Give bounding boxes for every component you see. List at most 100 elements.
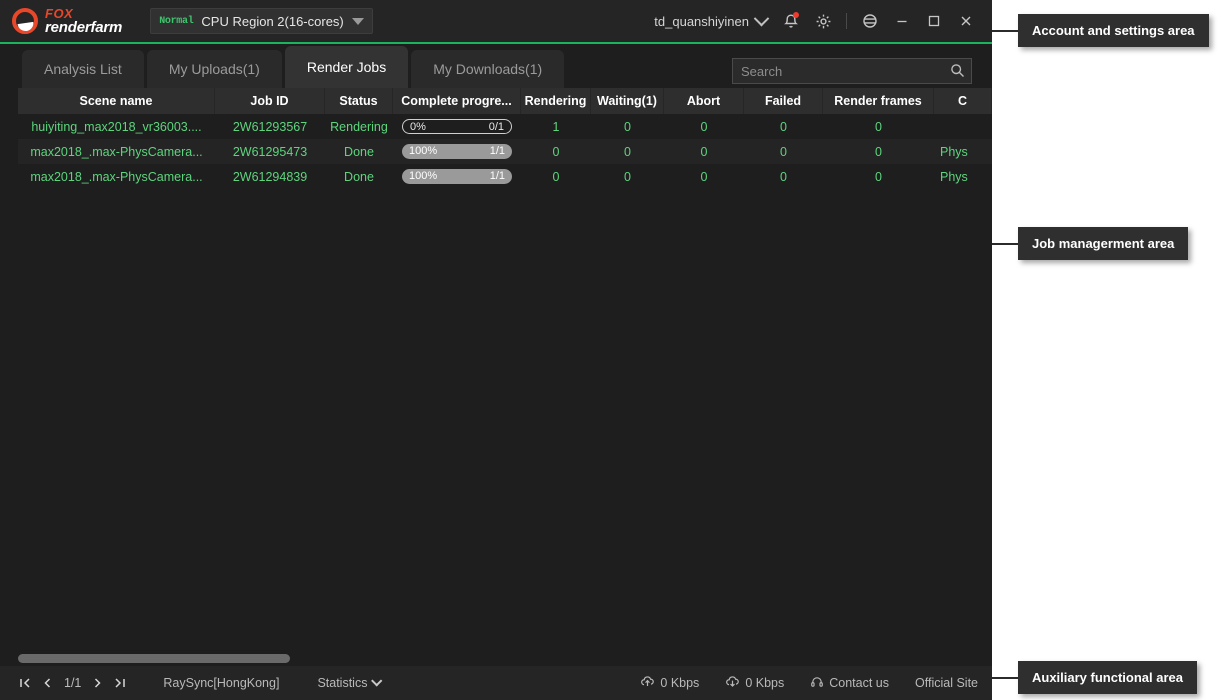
table-row[interactable]: max2018_.max-PhysCamera... 2W61295473 Do… (0, 139, 992, 164)
fox-logo-icon (12, 8, 38, 34)
progress-percent: 100% (409, 145, 438, 157)
contact-us-link[interactable]: Contact us (810, 675, 889, 692)
account-menu[interactable]: td_quanshiyinen (646, 10, 775, 29)
cell-scene-name: max2018_.max-PhysCamera... (30, 169, 203, 184)
tab-my-downloads[interactable]: My Downloads(1) (411, 50, 565, 88)
row-gutter (0, 139, 18, 164)
table-header: Scene name Job ID Status Complete progre… (0, 88, 992, 114)
last-page-icon[interactable] (109, 671, 131, 695)
column-header-job-id[interactable]: Job ID (215, 88, 325, 114)
leader-line (992, 242, 1018, 245)
tab-render-jobs[interactable]: Render Jobs (284, 46, 409, 88)
cell-waiting: 0 (624, 119, 631, 134)
notification-dot (793, 12, 799, 18)
progress-frames: 1/1 (489, 145, 505, 157)
upload-speed: 0 Kbps (640, 674, 699, 692)
table-row[interactable]: max2018_.max-PhysCamera... 2W61294839 Do… (0, 164, 992, 189)
column-header-render-frames[interactable]: Render frames (823, 88, 934, 114)
annotation-label: Auxiliary functional area (1018, 661, 1197, 694)
progress-bar: 100% 1/1 (402, 144, 512, 159)
annotation-job-management: Job managerment area (992, 227, 1189, 260)
render-node-selector[interactable]: Normal CPU Region 2(16-cores) (150, 8, 373, 34)
render-jobs-table: Scene name Job ID Status Complete progre… (0, 88, 992, 650)
column-header-scene-name[interactable]: Scene name (18, 88, 215, 114)
cell-truncated: Phys (940, 169, 968, 184)
minimize-button[interactable] (886, 5, 918, 37)
language-globe-button[interactable] (854, 5, 886, 37)
column-header-status[interactable]: Status (325, 88, 393, 114)
cell-job-id: 2W61293567 (232, 119, 308, 134)
chevron-down-icon (371, 675, 383, 687)
next-page-icon[interactable] (87, 671, 109, 695)
close-button[interactable] (950, 5, 982, 37)
cell-rendering: 0 (552, 144, 560, 159)
horizontal-scrollbar-thumb[interactable] (18, 653, 290, 663)
tab-my-uploads[interactable]: My Uploads(1) (146, 50, 282, 88)
cell-abort: 0 (700, 169, 708, 184)
status-bar-right: 0 Kbps 0 Kbps Contact us Official Site (640, 674, 978, 692)
row-gutter (0, 114, 18, 139)
upload-cloud-icon (640, 674, 655, 692)
annotation-label: Job managerment area (1018, 227, 1189, 260)
raysync-label[interactable]: RaySync[HongKong] (163, 676, 279, 690)
logo-wordmark: FOX renderfarm (45, 7, 122, 35)
toolbar-divider (846, 13, 847, 29)
titlebar-right-controls: td_quanshiyinen (646, 5, 992, 37)
app-logo: FOX renderfarm (12, 7, 122, 35)
cell-job-id: 2W61295473 (232, 144, 308, 159)
cell-job-id: 2W61294839 (232, 169, 308, 184)
column-header-rendering[interactable]: Rendering (521, 88, 591, 114)
status-bar: 1/1 RaySync[HongKong] Statistics 0 Kbps … (0, 666, 992, 700)
tab-bar: Analysis List My Uploads(1) Render Jobs … (0, 44, 992, 88)
table-body: huiyiting_max2018_vr36003.... 2W61293567… (0, 114, 992, 189)
cell-status: Rendering (330, 119, 388, 134)
download-speed: 0 Kbps (725, 674, 784, 692)
cell-render-frames: 0 (875, 169, 882, 184)
cell-progress: 0% 0/1 (393, 114, 521, 139)
prev-page-icon[interactable] (36, 671, 58, 695)
headset-icon (810, 675, 824, 692)
settings-button[interactable] (807, 5, 839, 37)
application-window: FOX renderfarm Normal CPU Region 2(16-co… (0, 0, 992, 700)
search-input[interactable] (732, 58, 972, 84)
cell-waiting: 0 (624, 169, 631, 184)
download-cloud-icon (725, 674, 740, 692)
cell-progress: 100% 1/1 (393, 139, 521, 164)
progress-percent: 0% (410, 121, 426, 133)
cell-scene-name: huiyiting_max2018_vr36003.... (31, 119, 202, 134)
cell-rendering: 0 (552, 169, 560, 184)
column-header-waiting[interactable]: Waiting(1) (591, 88, 664, 114)
cell-status: Done (344, 169, 374, 184)
leader-line (992, 29, 1018, 32)
cell-truncated: Phys (940, 144, 968, 159)
statistics-menu[interactable]: Statistics (317, 675, 383, 690)
title-bar: FOX renderfarm Normal CPU Region 2(16-co… (0, 0, 992, 42)
cell-waiting: 0 (624, 144, 631, 159)
cell-failed: 0 (780, 119, 787, 134)
column-header-failed[interactable]: Failed (744, 88, 823, 114)
maximize-button[interactable] (918, 5, 950, 37)
cell-render-frames: 0 (875, 144, 882, 159)
tab-analysis-list[interactable]: Analysis List (22, 50, 144, 88)
official-site-link[interactable]: Official Site (915, 676, 978, 690)
horizontal-scrollbar-track[interactable] (0, 650, 992, 666)
progress-bar: 100% 1/1 (402, 169, 512, 184)
row-gutter (0, 164, 18, 189)
progress-frames: 1/1 (489, 170, 505, 182)
column-header-abort[interactable]: Abort (664, 88, 744, 114)
table-row[interactable]: huiyiting_max2018_vr36003.... 2W61293567… (0, 114, 992, 139)
page-indicator: 1/1 (64, 676, 82, 690)
cell-failed: 0 (780, 144, 787, 159)
chevron-down-icon (753, 10, 770, 26)
cell-scene-name: max2018_.max-PhysCamera... (30, 144, 203, 159)
search-icon[interactable] (950, 63, 965, 83)
username-label: td_quanshiyinen (654, 13, 749, 29)
first-page-icon[interactable] (14, 671, 36, 695)
download-speed-label: 0 Kbps (745, 676, 785, 690)
annotation-auxiliary-functional: Auxiliary functional area (992, 661, 1197, 694)
leader-line (992, 676, 1018, 679)
column-header-truncated[interactable]: C (934, 88, 992, 114)
column-header-complete-progress[interactable]: Complete progre... (393, 88, 521, 114)
annotation-label: Account and settings area (1018, 14, 1209, 47)
notifications-button[interactable] (775, 5, 807, 37)
